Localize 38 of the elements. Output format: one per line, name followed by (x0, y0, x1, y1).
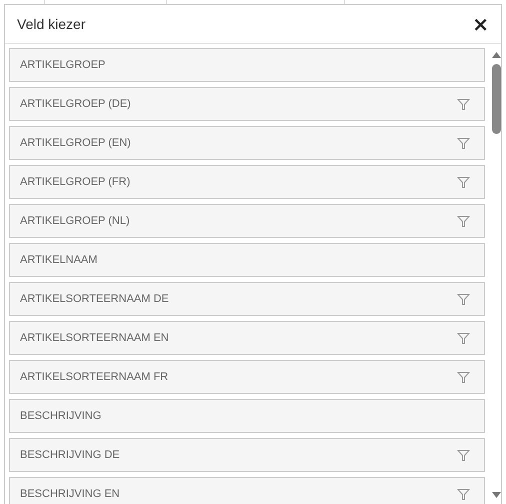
field-item[interactable]: ARTIKELGROEP (FR) (9, 165, 485, 199)
field-label: ARTIKELGROEP (EN) (20, 137, 131, 149)
filter-icon[interactable] (457, 176, 470, 188)
field-label: BESCHRIJVING DE (20, 449, 120, 461)
field-item[interactable]: ARTIKELNAAM (9, 243, 485, 277)
field-item[interactable]: ARTIKELSORTEERNAAM FR (9, 360, 485, 394)
filter-icon[interactable] (457, 370, 470, 384)
field-label: ARTIKELSORTEERNAAM FR (20, 371, 168, 383)
field-label: ARTIKELSORTEERNAAM EN (20, 332, 169, 344)
field-item[interactable]: ARTIKELGROEP (DE) (9, 87, 485, 121)
field-item[interactable]: BESCHRIJVING (9, 399, 485, 433)
dialog-title: Veld kiezer (17, 16, 86, 32)
field-label: ARTIKELGROEP (FR) (20, 176, 130, 188)
filter-icon[interactable] (457, 292, 470, 306)
scroll-up-icon[interactable] (492, 52, 500, 58)
field-item[interactable]: ARTIKELSORTEERNAAM EN (9, 321, 485, 355)
field-item[interactable]: ARTIKELGROEP (NL) (9, 204, 485, 238)
field-label: ARTIKELNAAM (20, 254, 98, 266)
field-label: ARTIKELGROEP (20, 59, 106, 71)
field-label: BESCHRIJVING (20, 410, 102, 422)
scroll-down-icon[interactable] (492, 492, 500, 498)
scrollbar-thumb[interactable] (492, 64, 500, 134)
field-item[interactable]: ARTIKELSORTEERNAAM DE (9, 282, 485, 316)
filter-icon[interactable] (457, 214, 470, 228)
field-label: ARTIKELGROEP (NL) (20, 215, 130, 227)
field-item[interactable]: ARTIKELGROEP (9, 48, 485, 82)
field-label: BESCHRIJVING EN (20, 488, 120, 500)
filter-icon[interactable] (457, 332, 470, 344)
field-item[interactable]: ARTIKELGROEP (EN) (9, 126, 485, 160)
field-item[interactable]: BESCHRIJVING DE (9, 438, 485, 472)
filter-icon[interactable] (457, 98, 470, 110)
close-button[interactable]: × (468, 14, 493, 34)
filter-icon[interactable] (457, 136, 470, 150)
filter-icon[interactable] (457, 488, 470, 500)
field-label: ARTIKELGROEP (DE) (20, 98, 131, 110)
filter-icon[interactable] (457, 448, 470, 462)
field-item[interactable]: BESCHRIJVING EN (9, 477, 485, 504)
field-label: ARTIKELSORTEERNAAM DE (20, 293, 169, 305)
